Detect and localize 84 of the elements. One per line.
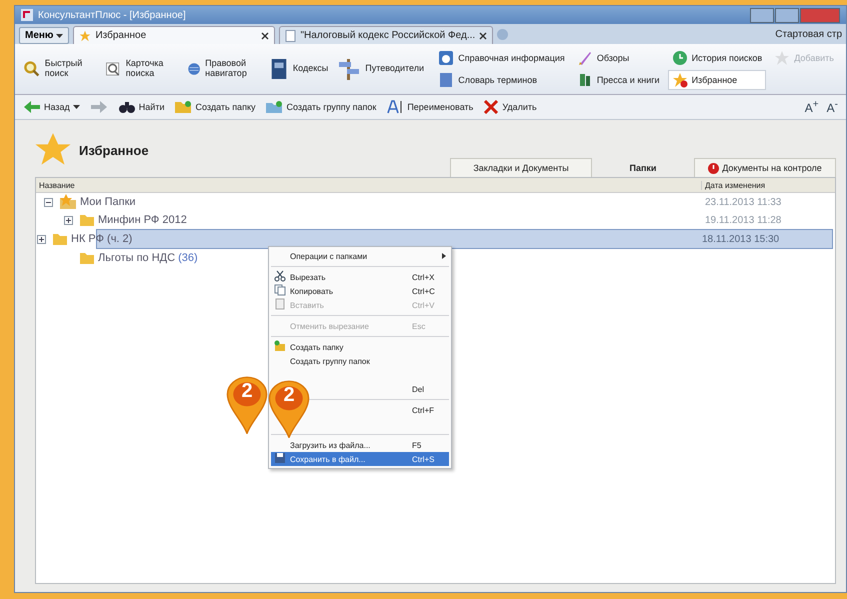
- font-size-button[interactable]: A$^{+}$: [804, 99, 819, 115]
- menu-button[interactable]: Меню: [19, 27, 70, 44]
- menu-shortcut: Ctrl+F: [412, 406, 434, 414]
- folder-name[interactable]: Мои Папки: [80, 196, 136, 208]
- scissors-icon: [274, 270, 286, 282]
- caret-icon: [56, 34, 64, 38]
- folder-icon: [274, 340, 286, 352]
- ribbon-button[interactable]: Быстрый поиск: [23, 58, 96, 80]
- menu-item[interactable]: Создать группу папок: [271, 354, 449, 368]
- date-text: 18.11.2013 15:30: [702, 234, 780, 244]
- ribbon-button[interactable]: Обзоры: [572, 48, 664, 68]
- document-icon: [285, 30, 296, 42]
- left-arrow-icon: [23, 100, 41, 114]
- minimize-button[interactable]: [750, 8, 774, 22]
- close-icon[interactable]: [261, 32, 270, 40]
- folder-icon: [174, 100, 192, 114]
- map-pin: 2: [268, 380, 310, 438]
- app-icon: [21, 9, 33, 21]
- toolbar-button[interactable]: Удалить: [483, 100, 537, 114]
- folder-icon: [79, 251, 95, 265]
- font-size-button[interactable]: A$^{-}$: [826, 99, 838, 115]
- folder-name[interactable]: НК РФ (ч. 2): [71, 233, 132, 245]
- toolbar-button[interactable]: Переименовать: [386, 100, 474, 114]
- collapse-icon[interactable]: [44, 198, 53, 206]
- caret-icon: [72, 105, 80, 109]
- ribbon-button[interactable]: Пресса и книги: [572, 70, 664, 90]
- delete-icon: [483, 100, 500, 114]
- menu-item[interactable]: Загрузить из файла... F5: [271, 438, 449, 452]
- signpost-icon: [337, 58, 362, 80]
- column-header[interactable]: Название: [36, 180, 701, 190]
- folders-icon: [265, 100, 284, 114]
- menu-item[interactable]: Копировать Ctrl+C: [271, 284, 449, 298]
- pen-icon: [576, 50, 593, 66]
- close-icon[interactable]: [479, 32, 488, 40]
- folder-name[interactable]: Минфин РФ 2012: [98, 214, 187, 226]
- view-tab[interactable]: Закладки и Документы: [450, 158, 592, 177]
- ribbon-button[interactable]: Карточка поиска: [104, 58, 178, 80]
- menu-item[interactable]: Операции с папками: [271, 249, 449, 263]
- menu-item[interactable]: Создать папку: [271, 340, 449, 354]
- menu-shortcut: Del: [412, 384, 424, 394]
- toolbar-button[interactable]: Создать группу папок: [265, 100, 376, 114]
- toolbar-button[interactable]: Назад: [23, 100, 80, 114]
- ribbon-button[interactable]: Правовой навигатор: [186, 58, 260, 80]
- page-title: Избранное: [79, 142, 149, 158]
- window-title: КонсультантПлюс - [Избранное]: [38, 10, 186, 20]
- alert-icon: [708, 162, 720, 174]
- binoculars-icon: [118, 100, 136, 114]
- ribbon-button[interactable]: Путеводители: [337, 58, 422, 80]
- ribbon-button[interactable]: История поисков: [668, 48, 766, 68]
- toolbar-button[interactable]: Создать папку: [174, 100, 256, 114]
- ribbon-button[interactable]: Кодексы: [268, 57, 328, 81]
- text-cursor-icon: [386, 100, 404, 114]
- column-header[interactable]: Дата изменения: [701, 180, 835, 190]
- expand-icon[interactable]: [64, 216, 73, 224]
- folder-icon: [79, 213, 95, 227]
- star-icon: [35, 133, 71, 167]
- menu-item[interactable]: Сохранить в файл... Ctrl+S: [271, 452, 449, 466]
- date-text: 19.11.2013 11:28: [705, 214, 782, 226]
- document-tab[interactable]: "Налоговый кодекс Российской Фед...: [279, 26, 494, 44]
- view-tab[interactable]: Документы на контроле: [694, 158, 836, 177]
- info-icon: [438, 50, 454, 66]
- folder-icon: [52, 232, 68, 246]
- folder-name[interactable]: Льготы по НДС (36): [98, 252, 198, 264]
- ribbon-button[interactable]: Избранное: [668, 70, 766, 90]
- map-pin: 2: [226, 376, 268, 434]
- clock-icon: [672, 50, 688, 66]
- ribbon-button[interactable]: Справочная информация: [434, 48, 569, 68]
- date-text: 23.11.2013 11:33: [705, 196, 782, 208]
- maximize-button[interactable]: [775, 8, 799, 22]
- book-icon: [438, 72, 454, 88]
- menu-item[interactable]: Вырезать Ctrl+X: [271, 270, 449, 284]
- star-icon: [774, 50, 790, 66]
- star-icon: [672, 72, 688, 88]
- start-page-link[interactable]: Стартовая стр: [775, 28, 842, 40]
- expand-icon[interactable]: [37, 234, 46, 244]
- toolbar-button[interactable]: Найти: [118, 100, 164, 114]
- clipboard-icon: [274, 298, 286, 310]
- star-folder-icon: [59, 194, 77, 210]
- copy-icon: [274, 284, 286, 296]
- star-icon: [79, 30, 92, 42]
- ribbon-button[interactable]: Словарь терминов: [434, 70, 569, 90]
- right-arrow-icon: [90, 100, 108, 114]
- document-tab[interactable]: Избранное: [73, 26, 276, 44]
- book-icon: [268, 57, 289, 81]
